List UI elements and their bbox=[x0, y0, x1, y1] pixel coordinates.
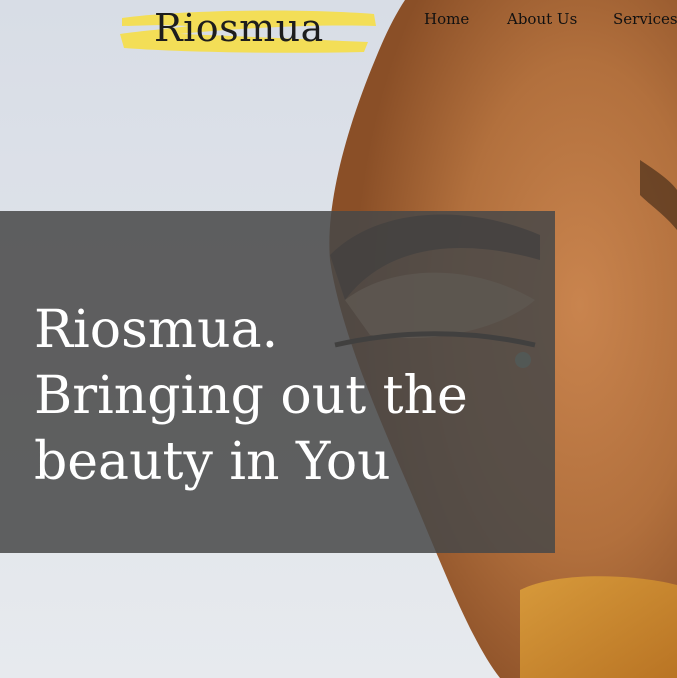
headline-line-1: Riosmua. bbox=[34, 300, 279, 360]
nav-services[interactable]: Services bbox=[613, 10, 677, 28]
hero-headline: Riosmua. Bringing out the beauty in You bbox=[34, 297, 534, 495]
headline-line-2: Bringing out the bbox=[34, 366, 468, 426]
main-nav: Home About Us Services bbox=[0, 10, 677, 34]
headline-line-3: beauty in You bbox=[34, 432, 391, 492]
nav-home[interactable]: Home bbox=[424, 10, 469, 28]
hero-overlay: Riosmua. Bringing out the beauty in You bbox=[0, 211, 555, 553]
nav-about-us[interactable]: About Us bbox=[507, 10, 577, 28]
